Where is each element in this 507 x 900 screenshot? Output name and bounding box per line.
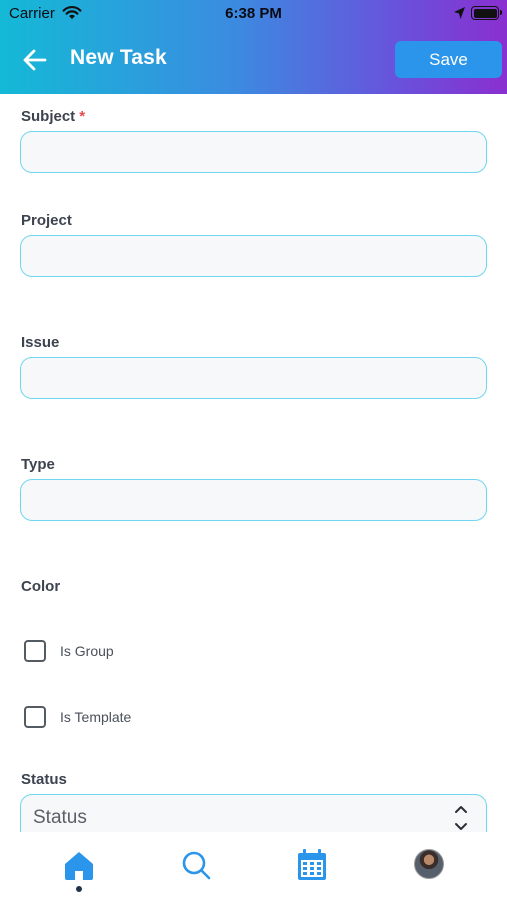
calendar-icon[interactable] bbox=[294, 847, 330, 883]
is-template-row[interactable]: Is Template bbox=[24, 706, 131, 728]
page-title: New Task bbox=[70, 46, 167, 69]
location-arrow-icon bbox=[454, 7, 465, 19]
status-placeholder: Status bbox=[33, 807, 87, 828]
is-group-label: Is Group bbox=[60, 643, 114, 659]
is-template-label: Is Template bbox=[60, 709, 132, 725]
back-arrow-icon[interactable] bbox=[20, 46, 52, 74]
project-label: Project bbox=[21, 212, 72, 229]
status-bar: Carrier 6:38 PM bbox=[0, 0, 507, 28]
is-group-row[interactable]: Is Group bbox=[24, 640, 114, 662]
issue-label: Issue bbox=[21, 334, 60, 351]
avatar[interactable] bbox=[414, 849, 444, 879]
type-field[interactable] bbox=[20, 479, 487, 521]
save-button[interactable]: Save bbox=[395, 41, 502, 78]
active-tab-indicator bbox=[76, 886, 82, 892]
app-header: Carrier 6:38 PM New Task Save bbox=[0, 0, 507, 94]
status-label: Status bbox=[21, 771, 67, 788]
project-field[interactable] bbox=[20, 235, 487, 277]
required-marker: * bbox=[79, 108, 86, 125]
search-icon[interactable] bbox=[178, 847, 214, 883]
is-group-checkbox[interactable] bbox=[24, 640, 46, 662]
issue-field[interactable] bbox=[20, 357, 487, 399]
clock: 6:38 PM bbox=[225, 5, 282, 22]
type-label: Type bbox=[21, 456, 55, 473]
is-template-checkbox[interactable] bbox=[24, 706, 46, 728]
home-icon[interactable] bbox=[61, 847, 97, 883]
battery-icon bbox=[471, 6, 502, 20]
subject-label: Subject * bbox=[21, 108, 86, 125]
color-label: Color bbox=[21, 578, 61, 595]
subject-field[interactable] bbox=[20, 131, 487, 173]
chevron-up-down-icon bbox=[455, 806, 467, 830]
